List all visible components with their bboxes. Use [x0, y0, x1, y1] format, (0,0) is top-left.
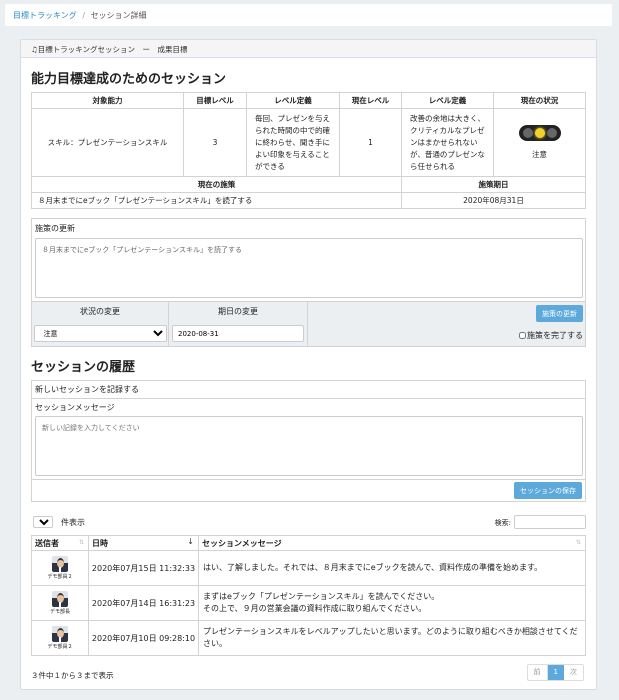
- length-select[interactable]: 25: [33, 516, 53, 528]
- yellow-light: [534, 128, 545, 138]
- table-info: ３件中１から３まで表示: [31, 671, 114, 680]
- target-level-definition: 毎回、プレゼンを与えられた時間の中で的確に終わらせ、聞き手によい印象を与えること…: [246, 108, 340, 177]
- date-cell: 2020年07月15日 11:32:33: [88, 550, 199, 586]
- complete-measure-text: 施策を完了する: [527, 331, 583, 340]
- measure-update-label: 施策の更新: [35, 224, 75, 233]
- session-message-label: セッションメッセージ: [35, 403, 115, 412]
- col-target-level: 目標レベル: [183, 92, 247, 109]
- update-measure-button[interactable]: 施策の更新: [536, 305, 583, 322]
- col-ability: 対象能力: [31, 92, 184, 109]
- avatar: [52, 591, 68, 607]
- traffic-light-icon: [518, 125, 561, 141]
- complete-measure-checkbox[interactable]: [519, 332, 526, 339]
- target-level-cell: 3: [183, 108, 247, 177]
- session-message-textarea[interactable]: [35, 416, 583, 476]
- next-page-button[interactable]: 次: [564, 665, 583, 680]
- measure-header: 現在の施策: [31, 176, 402, 193]
- col-level-def-2: レベル定義: [401, 92, 494, 109]
- history-table: 送信者 ⇅ 日時 ↓ セッションメッセージ ⇅ デモ部員２ 2020年07月15日 1…: [31, 535, 586, 656]
- session-summary-table: 対象能力 目標レベル レベル定義 現在レベル レベル定義 現在の状況 スキル：プ…: [31, 92, 586, 209]
- breadcrumb-root-link[interactable]: 目標トラッキング: [13, 11, 77, 20]
- col-date[interactable]: 日時 ↓: [88, 535, 199, 551]
- status-cell: 注意: [493, 108, 586, 177]
- session-title: 能力目標達成のためのセッション: [31, 72, 227, 87]
- table-row: デモ部員２ 2020年07月15日 11:32:33 はい、了解しました。それで…: [31, 550, 586, 586]
- sort-icon: ⇅: [575, 539, 581, 546]
- col-message[interactable]: セッションメッセージ ⇅: [198, 535, 586, 551]
- date-input[interactable]: [172, 325, 304, 342]
- table-footer: ３件中１から３まで表示 前 1 次: [31, 664, 586, 688]
- prev-page-button[interactable]: 前: [528, 665, 548, 680]
- table-row: デモ部長 2020年07月14日 16:31:23 まずはeブック「プレゼンテー…: [31, 585, 586, 621]
- sort-desc-icon: ↓: [187, 537, 194, 546]
- measure-update-controls: 状況の変更 注意 期日の変更 施策の更新 施策を完了する: [32, 301, 585, 346]
- search-label: 検索:: [494, 519, 511, 527]
- measure-cell: ８月末までにeブック「プレゼンテーションスキル」を読了する: [31, 192, 402, 209]
- sender-name: デモ部員２: [47, 574, 73, 580]
- message-cell: はい、了解しました。それでは、８月末までにeブックを読んで、資料作成の準備を始め…: [198, 550, 586, 586]
- new-session-label: 新しいセッションを記録する: [32, 381, 585, 399]
- table-controls: 25 件表示 検索:: [31, 513, 586, 531]
- pagination: 前 1 次: [526, 664, 584, 681]
- red-light: [522, 128, 533, 138]
- page-1-button[interactable]: 1: [547, 665, 564, 680]
- sender-cell: デモ部長: [31, 585, 89, 621]
- avatar: [52, 556, 68, 572]
- save-session-button[interactable]: セッションの保存: [514, 482, 582, 499]
- date-change-label: 期日の変更: [218, 307, 258, 316]
- sort-icon: ⇅: [78, 539, 84, 546]
- ability-cell: スキル：プレゼンテーションスキル: [31, 108, 184, 177]
- update-actions-cell: 施策の更新 施策を完了する: [308, 302, 585, 346]
- col-current-level: 現在レベル: [339, 92, 402, 109]
- date-change-cell: 期日の変更: [169, 302, 308, 346]
- measure-update-textarea[interactable]: ８月末までにeブック「プレゼンテーションスキル」を読了する: [35, 238, 583, 298]
- sender-cell: デモ部員２: [31, 550, 89, 586]
- breadcrumb-separator: /: [82, 11, 86, 20]
- date-cell: 2020年07月10日 09:28:10: [88, 620, 199, 656]
- col-sender[interactable]: 送信者 ⇅: [31, 535, 89, 551]
- sender-name: デモ部長: [49, 609, 70, 615]
- status-select[interactable]: 注意: [33, 325, 167, 342]
- col-status: 現在の状況: [493, 92, 586, 109]
- length-suffix: 件表示: [61, 518, 85, 527]
- new-session-section: 新しいセッションを記録する セッションメッセージ セッションの保存: [31, 380, 586, 502]
- status-change-label: 状況の変更: [80, 307, 120, 316]
- deadline-cell: 2020年08月31日: [401, 192, 586, 209]
- message-cell: まずはeブック「プレゼンテーションスキル」を読んでください。 その上で、９月の営…: [198, 585, 586, 621]
- session-panel: ♫目標トラッキングセッション ー 成果目標 能力目標達成のためのセッション 対象…: [20, 39, 597, 690]
- history-title: セッションの履歴: [31, 360, 136, 375]
- breadcrumb: 目標トラッキング / セッション詳細: [5, 4, 612, 26]
- table-row: デモ部員２ 2020年07月10日 09:28:10 プレゼンテーションスキルを…: [31, 620, 586, 656]
- status-change-cell: 状況の変更 注意: [32, 302, 169, 346]
- search-input[interactable]: [514, 515, 586, 529]
- panel-header: ♫目標トラッキングセッション ー 成果目標: [21, 40, 596, 58]
- sender-cell: デモ部員２: [31, 620, 89, 656]
- current-level-definition: 改善の余地は大きく、クリティカルなプレゼンはまかせられないが、普通のプレゼンなら…: [401, 108, 494, 177]
- measure-update-section: 施策の更新 ８月末までにeブック「プレゼンテーションスキル」を読了する 状況の変…: [31, 218, 586, 347]
- col-sender-label: 送信者: [35, 538, 59, 548]
- music-note-icon: ♫: [31, 45, 38, 54]
- col-level-def-1: レベル定義: [246, 92, 340, 109]
- current-level-cell: 1: [339, 108, 402, 177]
- avatar: [52, 626, 68, 642]
- complete-measure-label[interactable]: 施策を完了する: [519, 330, 583, 341]
- breadcrumb-current: セッション詳細: [90, 11, 147, 20]
- col-message-label: セッションメッセージ: [202, 538, 282, 548]
- save-row: セッションの保存: [32, 479, 585, 501]
- panel-header-title: 目標トラッキングセッション ー 成果目標: [37, 45, 188, 54]
- col-date-label: 日時: [92, 538, 108, 548]
- sender-name: デモ部員２: [47, 644, 73, 650]
- deadline-header: 施策期日: [401, 176, 586, 193]
- message-cell: プレゼンテーションスキルをレベルアップしたいと思います。どのように取り組むべきか…: [198, 620, 586, 656]
- green-light: [546, 128, 557, 138]
- status-label: 注意: [532, 150, 547, 159]
- date-cell: 2020年07月14日 16:31:23: [88, 585, 199, 621]
